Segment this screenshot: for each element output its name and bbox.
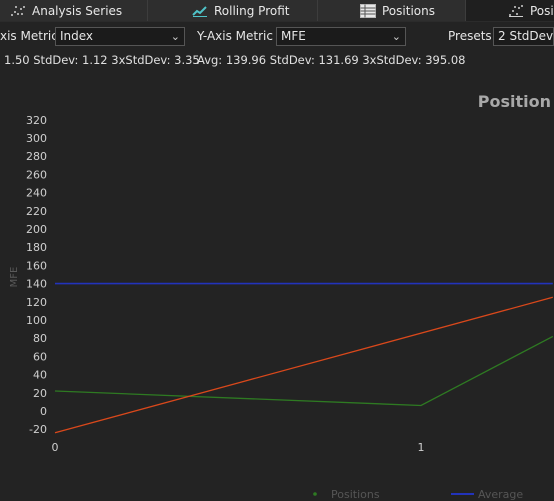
y-tick-label: -20 [29, 423, 47, 436]
y-tick-label: 220 [26, 205, 47, 218]
x-tick-label: 0 [52, 441, 59, 454]
y-tick-label: 20 [33, 387, 47, 400]
series-line-2 [54, 296, 553, 434]
x-tick-label: 1 [418, 441, 425, 454]
y-tick-label: 0 [40, 405, 47, 418]
y-tick-label: 160 [26, 259, 47, 272]
y-tick-label: 120 [26, 296, 47, 309]
legend-marker-positions [313, 492, 317, 496]
legend-label-average: Average [478, 488, 523, 501]
series-line-0 [54, 335, 554, 407]
y-tick-label: 300 [26, 132, 47, 145]
y-axis-label: MFE [9, 267, 20, 288]
y-tick-label: 260 [26, 168, 47, 181]
y-tick-label: 180 [26, 241, 47, 254]
y-tick-label: 40 [33, 369, 47, 382]
y-tick-label: 320 [26, 114, 47, 127]
y-tick-label: 80 [33, 332, 47, 345]
y-tick-label: 200 [26, 223, 47, 236]
legend-label-positions: Positions [331, 488, 380, 501]
y-tick-label: 280 [26, 150, 47, 163]
position-chart[interactable]: -20 0 20 40 60 80 100 120 140 160 180 200 220 240 260 2… [0, 0, 554, 501]
y-tick-label: 240 [26, 187, 47, 200]
y-tick-label: 60 [33, 350, 47, 363]
y-tick-label: 140 [26, 278, 47, 291]
y-tick-label: 100 [26, 314, 47, 327]
